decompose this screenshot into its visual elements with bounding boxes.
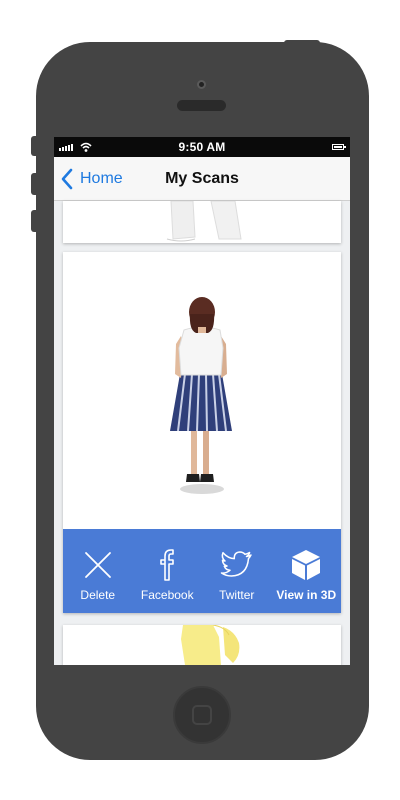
facebook-icon [149,547,185,583]
scan-action-bar: Delete Facebook Twitter View in 3D [63,529,341,613]
page-title: My Scans [165,170,239,187]
phone-mockup: 9:50 AM Home My Scans Delete Facebook Tw… [0,0,400,800]
scan-card[interactable]: Delete Facebook Twitter View in 3D [63,252,341,613]
navigation-bar: Home My Scans [54,157,350,201]
scan-3d-model-image [170,297,232,494]
scan-card-next[interactable] [63,624,341,665]
front-camera [197,80,206,89]
delete-button[interactable]: Delete [63,529,133,613]
scan-thumbnail-yellow-top [181,624,240,665]
status-time: 9:50 AM [178,140,226,154]
delete-button-label: Delete [80,588,116,602]
view-in-3d-button[interactable]: View in 3D [272,529,342,613]
status-bar: 9:50 AM [54,137,350,157]
screen: 9:50 AM Home My Scans Delete Facebook Tw… [54,137,350,665]
facebook-share-button[interactable]: Facebook [133,529,203,613]
earpiece-speaker [177,100,226,111]
battery-icon [332,144,346,150]
twitter-button-label: Twitter [219,588,255,602]
twitter-share-button[interactable]: Twitter [202,529,272,613]
scan-thumbnail-legs [166,201,242,242]
close-icon [80,547,116,583]
scan-card-previous[interactable] [63,201,341,243]
view-in-3d-button-label: View in 3D [276,588,337,602]
twitter-icon [219,547,255,583]
home-button[interactable] [173,686,231,744]
cube-icon [288,547,324,583]
facebook-button-label: Facebook [140,588,194,602]
home-button-square-icon [192,705,212,725]
